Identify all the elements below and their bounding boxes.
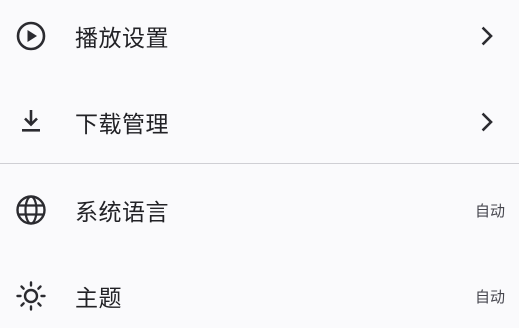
play-circle-icon — [14, 19, 48, 53]
section-divider — [0, 163, 519, 164]
settings-item-value: 自动 — [474, 201, 505, 220]
settings-item-label: 系统语言 — [75, 200, 169, 226]
chevron-right-icon — [476, 111, 498, 133]
globe-icon — [14, 193, 48, 227]
brightness-icon — [14, 279, 48, 313]
settings-item-download[interactable]: 下载管理 — [0, 94, 519, 150]
settings-item-value: 自动 — [474, 287, 505, 306]
settings-item-playback[interactable]: 播放设置 — [0, 8, 519, 64]
settings-item-theme[interactable]: 主题 自动 — [0, 268, 519, 324]
settings-item-label: 播放设置 — [75, 26, 169, 52]
settings-item-label: 主题 — [75, 286, 122, 312]
settings-item-label: 下载管理 — [75, 112, 169, 138]
settings-item-language[interactable]: 系统语言 自动 — [0, 182, 519, 238]
download-icon — [14, 105, 48, 139]
chevron-right-icon — [476, 25, 498, 47]
settings-list: 播放设置 下载管理 系统语言 自动 主题 自动 — [0, 0, 519, 328]
